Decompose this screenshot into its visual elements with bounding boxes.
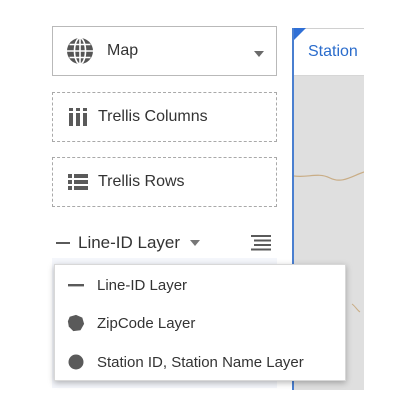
chevron-down-icon	[254, 51, 264, 57]
menu-item-label: Line-ID Layer	[97, 276, 188, 294]
menu-item-zipcode-layer[interactable]: ZipCode Layer	[55, 305, 345, 341]
chevron-down-icon[interactable]	[190, 240, 201, 246]
canvas-title[interactable]: Station	[308, 43, 358, 61]
menu-item-label: Station ID, Station Name Layer	[97, 353, 304, 371]
line-icon	[67, 276, 85, 294]
line-icon	[56, 242, 70, 244]
trellis-rows-label: Trellis Rows	[98, 173, 185, 190]
trellis-columns-label: Trellis Columns	[98, 108, 208, 125]
viz-type-select[interactable]: Map	[52, 26, 277, 76]
trellis-rows-icon	[68, 172, 88, 192]
layer-selector-label[interactable]: Line-ID Layer	[78, 233, 180, 253]
trellis-columns-drop-zone[interactable]: Trellis Columns	[52, 92, 277, 142]
viz-type-label: Map	[107, 42, 139, 59]
trellis-columns-icon	[68, 107, 88, 127]
globe-icon	[65, 36, 95, 66]
layer-selector[interactable]: Line-ID Layer	[52, 228, 277, 258]
menu-item-label: ZipCode Layer	[97, 314, 196, 332]
menu-lines-icon[interactable]	[251, 235, 271, 251]
point-icon	[67, 353, 85, 371]
map-editor: Station Map Trellis Columns Trellis Rows…	[0, 0, 404, 417]
trellis-rows-drop-zone[interactable]: Trellis Rows	[52, 157, 277, 207]
menu-item-line-id-layer[interactable]: Line-ID Layer	[55, 267, 345, 303]
active-corner-marker	[294, 28, 306, 40]
polygon-icon	[67, 314, 85, 332]
layer-dropdown-menu: Line-ID Layer ZipCode Layer Station ID, …	[54, 264, 346, 381]
menu-item-station-layer[interactable]: Station ID, Station Name Layer	[55, 344, 345, 380]
